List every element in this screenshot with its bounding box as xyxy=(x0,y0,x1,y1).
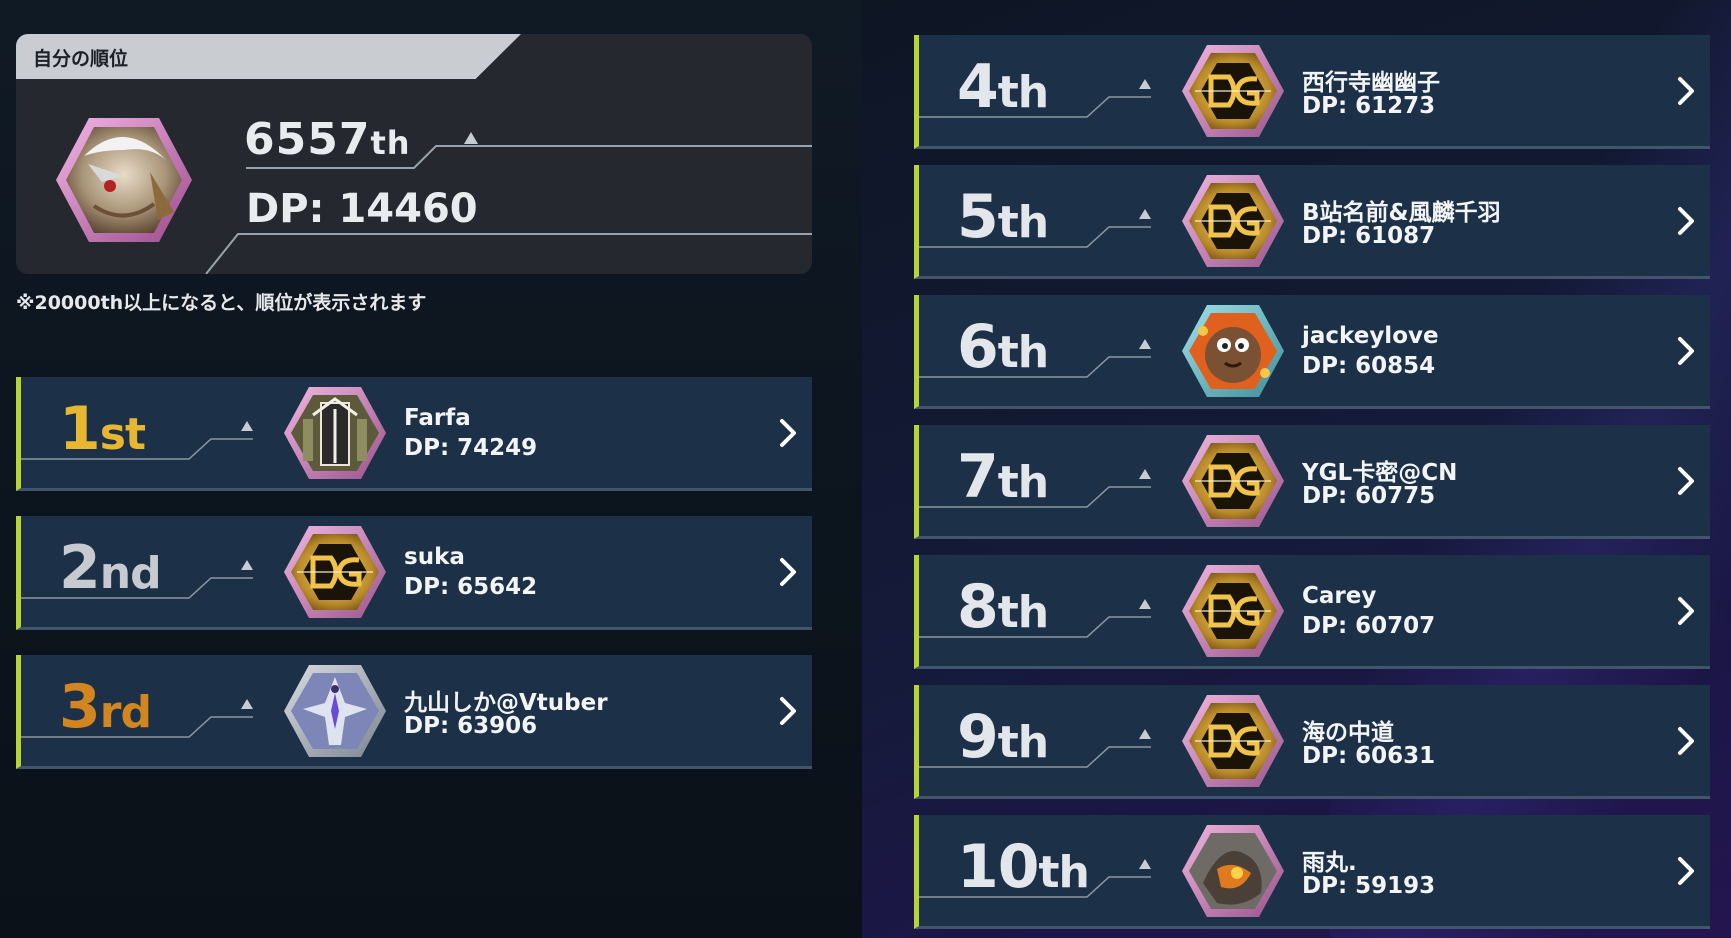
player-name: 海の中道 xyxy=(1302,720,1394,746)
own-rank-panel: 自分の順位 6557th DP: 14460 xyxy=(16,34,812,274)
own-dp: DP: 14460 xyxy=(246,186,478,232)
chevron-right-icon[interactable] xyxy=(1672,199,1700,243)
player-dp: DP: 60854 xyxy=(1302,353,1436,379)
rank-row-7[interactable]: 7th YGL卡密@CN DP: 60775 xyxy=(914,425,1710,539)
player-name: jackeylove xyxy=(1302,323,1439,349)
player-name: suka xyxy=(404,544,465,570)
chevron-right-icon[interactable] xyxy=(1672,69,1700,113)
rank-number-suffix: th xyxy=(1038,847,1090,898)
dg-emblem-icon xyxy=(1181,693,1285,789)
dg-emblem-icon xyxy=(1181,43,1285,139)
rank-number: 2nd xyxy=(59,538,162,604)
rank-row-8[interactable]: 8th Carey DP: 60707 xyxy=(914,555,1710,669)
player-dp: DP: 60631 xyxy=(1302,743,1436,769)
rank-row-5[interactable]: 5th B站名前&風麟千羽 DP: 61087 xyxy=(914,165,1710,279)
chevron-right-icon[interactable] xyxy=(774,689,802,733)
rank-row-10[interactable]: 10th 雨丸. DP: 59193 xyxy=(914,815,1710,929)
player-dp: DP: 61087 xyxy=(1302,223,1436,249)
rank-number-value: 8 xyxy=(957,572,999,642)
rank-number-suffix: th xyxy=(997,457,1049,508)
player-dp: DP: 61273 xyxy=(1302,93,1436,119)
rank-number-suffix: nd xyxy=(99,548,162,599)
own-rank-number: 6557 xyxy=(244,114,371,165)
chevron-right-icon[interactable] xyxy=(1672,589,1700,633)
player-dp: DP: 59193 xyxy=(1302,873,1436,899)
rank-number-suffix: th xyxy=(997,587,1049,638)
rank-number: 7th xyxy=(957,447,1049,513)
rank-number-value: 6 xyxy=(957,312,999,382)
kuriboh-avatar-icon xyxy=(1181,303,1285,399)
own-rank-suffix: th xyxy=(370,124,411,162)
chevron-right-icon[interactable] xyxy=(1672,719,1700,763)
dg-emblem-icon xyxy=(1181,433,1285,529)
dragon-avatar-icon xyxy=(283,663,387,759)
chevron-right-icon[interactable] xyxy=(774,550,802,594)
player-name: 雨丸. xyxy=(1302,850,1357,876)
rank-row-4[interactable]: 4th 西行寺幽幽子 DP: 61273 xyxy=(914,35,1710,149)
rank-row-3[interactable]: 3rd 九山しか@Vtuber DP: 63906 xyxy=(16,655,812,769)
rank-row-9[interactable]: 9th 海の中道 DP: 60631 xyxy=(914,685,1710,799)
rank-number-value: 9 xyxy=(957,702,999,772)
castle-avatar-icon xyxy=(283,385,387,481)
player-name: 九山しか@Vtuber xyxy=(404,690,608,716)
rank-number: 10th xyxy=(957,837,1090,903)
rank-number-suffix: th xyxy=(997,67,1049,118)
rank-row-1[interactable]: 1st Farfa DP: 74249 xyxy=(16,377,812,491)
chevron-right-icon[interactable] xyxy=(774,411,802,455)
rank-display-note: ※20000th以上になると、順位が表示されます xyxy=(16,292,427,314)
rank-number-suffix: th xyxy=(997,327,1049,378)
rank-number-value: 7 xyxy=(957,442,999,512)
rank-number-suffix: th xyxy=(997,717,1049,768)
rank-number-value: 2 xyxy=(59,533,101,603)
chevron-right-icon[interactable] xyxy=(1672,459,1700,503)
own-rank-title: 自分の順位 xyxy=(33,48,129,70)
player-dp: DP: 60775 xyxy=(1302,483,1436,509)
player-dp: DP: 63906 xyxy=(404,713,538,739)
rank-row-2[interactable]: 2nd suka DP: 65642 xyxy=(16,516,812,630)
rank-number-suffix: st xyxy=(99,409,146,460)
rank-number-value: 5 xyxy=(957,182,999,252)
rank-number-suffix: rd xyxy=(99,687,152,738)
rank-row-6[interactable]: 6th jackeylove DP: 60854 xyxy=(914,295,1710,409)
fire-monster-avatar-icon xyxy=(1181,823,1285,919)
player-name: B站名前&風麟千羽 xyxy=(1302,200,1501,226)
rank-number: 4th xyxy=(957,57,1049,123)
rank-number: 8th xyxy=(957,577,1049,643)
rank-number: 1st xyxy=(59,399,146,465)
rank-number-suffix: th xyxy=(997,197,1049,248)
player-name: YGL卡密@CN xyxy=(1302,460,1458,486)
player-dp: DP: 74249 xyxy=(404,435,538,461)
own-avatar-icon xyxy=(56,118,192,242)
rank-number-value: 10 xyxy=(957,832,1039,902)
dg-emblem-icon xyxy=(283,524,387,620)
own-rank-value: 6557th xyxy=(244,114,411,165)
player-dp: DP: 60707 xyxy=(1302,613,1436,639)
rank-number-value: 3 xyxy=(59,672,101,742)
rank-number: 3rd xyxy=(59,677,152,743)
chevron-right-icon[interactable] xyxy=(1672,329,1700,373)
player-name: Farfa xyxy=(404,405,471,431)
rank-number-value: 1 xyxy=(59,394,101,464)
player-name: Carey xyxy=(1302,583,1377,609)
player-name: 西行寺幽幽子 xyxy=(1302,70,1440,96)
player-dp: DP: 65642 xyxy=(404,574,538,600)
dg-emblem-icon xyxy=(1181,173,1285,269)
chevron-right-icon[interactable] xyxy=(1672,849,1700,893)
dg-emblem-icon xyxy=(1181,563,1285,659)
rank-number: 6th xyxy=(957,317,1049,383)
rank-number: 9th xyxy=(957,707,1049,773)
rank-number-value: 4 xyxy=(957,52,999,122)
rank-number: 5th xyxy=(957,187,1049,253)
